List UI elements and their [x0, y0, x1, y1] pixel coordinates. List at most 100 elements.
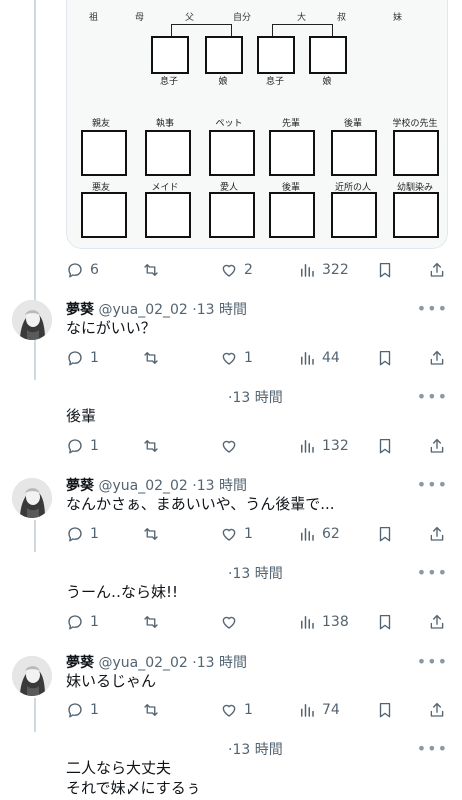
like-count: 1 [244, 702, 253, 718]
views-button[interactable]: 132 [298, 435, 349, 457]
like-icon [220, 701, 238, 719]
views-count: 44 [322, 350, 340, 366]
views-button[interactable]: 44 [298, 347, 340, 369]
like-button[interactable]: 1 [220, 699, 253, 721]
reply-button[interactable]: 6 [66, 259, 99, 281]
views-button[interactable]: 62 [298, 523, 340, 545]
reply-icon [66, 525, 84, 543]
bookmark-icon [376, 701, 394, 719]
bookmark-icon [376, 437, 394, 455]
diagram-cell-label: 親友 [91, 119, 110, 129]
avatar-image [12, 656, 52, 696]
tweet-actions: 6 2 322 [66, 259, 446, 281]
more-options-icon[interactable]: ••• [417, 652, 448, 671]
tweet-text: うーん‥なら妹!! [66, 583, 179, 601]
diagram-top-label: 祖 [89, 13, 99, 23]
retweet-button[interactable] [142, 259, 166, 281]
reply-button[interactable]: 1 [66, 435, 99, 457]
bookmark-button[interactable] [376, 435, 394, 457]
reply-count: 1 [90, 526, 99, 542]
tweet-text: 二人なら大丈夫 それで妹〆にするぅ [66, 759, 201, 797]
diagram-top-label: 大 [297, 13, 307, 23]
diagram-child-label: 娘 [322, 77, 332, 87]
bookmark-icon [376, 613, 394, 631]
share-button[interactable] [428, 611, 446, 633]
share-button[interactable] [428, 523, 446, 545]
like-count: 1 [244, 350, 253, 366]
more-options-icon[interactable]: ••• [417, 563, 448, 582]
share-button[interactable] [428, 259, 446, 281]
timestamp[interactable]: 13 時間 [197, 302, 247, 318]
views-button[interactable]: 74 [298, 699, 340, 721]
bookmark-button[interactable] [376, 611, 394, 633]
timestamp[interactable]: 13 時間 [197, 478, 247, 494]
avatar[interactable] [12, 656, 52, 696]
diagram-box [331, 192, 377, 238]
views-icon [298, 701, 316, 719]
thread-line [34, 520, 36, 552]
timestamp[interactable]: 13 時間 [232, 742, 282, 758]
share-button[interactable] [428, 699, 446, 721]
like-button[interactable] [220, 435, 244, 457]
reply-button[interactable]: 1 [66, 699, 99, 721]
bookmark-icon [376, 349, 394, 367]
tweet-text: なにがいい？ [66, 319, 156, 337]
retweet-icon [142, 349, 160, 367]
reply-button[interactable]: 1 [66, 611, 99, 633]
more-options-icon[interactable]: ••• [417, 387, 448, 406]
reply-button[interactable]: 1 [66, 347, 99, 369]
tweet-header: ·13 時間 [228, 387, 283, 407]
reply-icon [66, 261, 84, 279]
timestamp[interactable]: 13 時間 [197, 655, 247, 671]
handle[interactable]: @yua_02_02 [98, 478, 187, 494]
retweet-button[interactable] [142, 435, 166, 457]
diagram-top-label: 自分 [233, 13, 252, 23]
views-icon [298, 613, 316, 631]
bookmark-icon [376, 525, 394, 543]
reply-button[interactable]: 1 [66, 523, 99, 545]
more-options-icon[interactable]: ••• [417, 299, 448, 318]
display-name[interactable]: 夢葵 [66, 302, 94, 318]
bookmark-button[interactable] [376, 699, 394, 721]
like-icon [220, 525, 238, 543]
timestamp[interactable]: 13 時間 [232, 390, 282, 406]
like-button[interactable]: 1 [220, 523, 253, 545]
display-name[interactable]: 夢葵 [66, 655, 94, 671]
retweet-button[interactable] [142, 523, 166, 545]
share-button[interactable] [428, 435, 446, 457]
avatar[interactable] [12, 478, 52, 518]
retweet-button[interactable] [142, 611, 166, 633]
avatar[interactable] [12, 300, 52, 340]
views-button[interactable]: 138 [298, 611, 349, 633]
like-button[interactable]: 1 [220, 347, 253, 369]
diagram-box [257, 36, 295, 74]
like-button[interactable]: 2 [220, 259, 253, 281]
timestamp[interactable]: 13 時間 [232, 566, 282, 582]
bookmark-button[interactable] [376, 523, 394, 545]
diagram-box [269, 192, 315, 238]
diagram-box [81, 130, 127, 176]
share-icon [428, 525, 446, 543]
diagram-cell-label: 先輩 [281, 119, 300, 129]
tweet-header: ·13 時間 [228, 563, 283, 583]
display-name[interactable]: 夢葵 [66, 478, 94, 494]
views-button[interactable]: 322 [298, 259, 349, 281]
views-icon [298, 349, 316, 367]
diagram-top-label: 母 [135, 13, 145, 23]
bookmark-button[interactable] [376, 347, 394, 369]
reply-count: 1 [90, 614, 99, 630]
diagram-connector [332, 24, 333, 36]
attached-image-relationship-chart[interactable]: 祖 母 父 自分 大 叔 妹 息子 娘 息子 娘 親友 執事 ペット 先輩 後輩… [66, 0, 448, 249]
diagram-cell-label: ペット [215, 119, 243, 129]
retweet-button[interactable] [142, 699, 166, 721]
bookmark-button[interactable] [376, 259, 394, 281]
share-button[interactable] [428, 347, 446, 369]
more-options-icon[interactable]: ••• [417, 739, 448, 758]
retweet-button[interactable] [142, 347, 166, 369]
diagram-box [145, 192, 191, 238]
like-button[interactable] [220, 611, 244, 633]
share-icon [428, 701, 446, 719]
handle[interactable]: @yua_02_02 [98, 655, 187, 671]
more-options-icon[interactable]: ••• [417, 475, 448, 494]
handle[interactable]: @yua_02_02 [98, 302, 187, 318]
